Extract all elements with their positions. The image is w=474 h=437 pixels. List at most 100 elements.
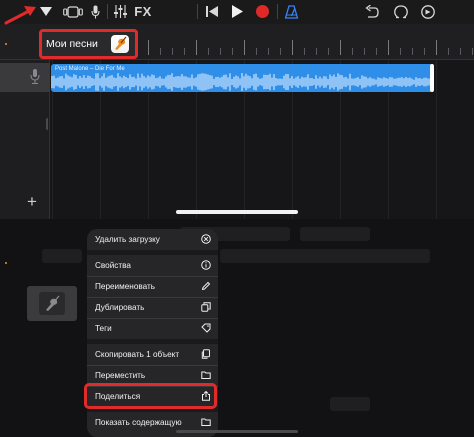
audio-region[interactable]: Post Malone – Die For Me <box>51 64 433 92</box>
my-songs-button[interactable]: Мои песни <box>39 29 138 59</box>
menu-item-label: Переименовать <box>95 282 156 291</box>
record-icon <box>255 5 269 18</box>
ruler-tick <box>376 48 377 55</box>
ruler-tick <box>316 48 317 55</box>
menu-item-label: Свойства <box>95 261 131 270</box>
menu-item-label: Показать содержащую <box>95 418 182 427</box>
record-button[interactable] <box>254 3 270 20</box>
ruler-tick <box>460 48 461 55</box>
menu-item-pencil[interactable]: Переименовать <box>87 276 218 297</box>
folder-icon <box>201 418 211 426</box>
add-track-button[interactable]: + <box>27 193 37 210</box>
track-header[interactable] <box>0 63 50 92</box>
blurred-content <box>300 227 370 241</box>
garageband-tracks-view: FX Post Malone – Die For Me Мои песни + <box>0 0 474 219</box>
share-highlight <box>84 383 217 409</box>
ruler-tick <box>196 40 197 55</box>
ruler-tick <box>340 40 341 55</box>
fx-button[interactable]: FX <box>133 3 153 20</box>
ruler-tick <box>412 48 413 55</box>
metronome-icon <box>284 4 298 19</box>
duplicate-icon <box>201 302 211 312</box>
menu-item-info[interactable]: Свойства <box>87 255 218 276</box>
ruler-tick <box>292 40 293 55</box>
ruler-tick <box>472 48 473 55</box>
home-indicator <box>176 210 298 214</box>
ruler-tick <box>448 48 449 55</box>
ruler-tick <box>184 48 185 55</box>
settings-button[interactable] <box>420 3 436 20</box>
menu-item-label: Теги <box>95 324 112 333</box>
microphone-button[interactable] <box>89 3 101 20</box>
tag-icon <box>201 323 211 333</box>
home-indicator <box>176 430 298 433</box>
ruler-tick <box>352 48 353 55</box>
blurred-content <box>42 249 82 263</box>
toolbar-divider <box>107 4 108 19</box>
mixer-sliders-icon <box>113 5 127 18</box>
playhead-marker <box>5 43 7 45</box>
my-songs-browser <box>0 219 474 437</box>
browser-view-icon <box>63 5 83 18</box>
x-circle-icon <box>201 234 211 244</box>
control-bar: FX <box>0 0 474 24</box>
settings-icon <box>421 4 435 19</box>
track-controls-button[interactable] <box>113 3 127 20</box>
metronome-button[interactable] <box>283 3 299 20</box>
pencil-icon <box>201 281 211 291</box>
track-resize-handle[interactable] <box>46 118 48 130</box>
browser-button[interactable] <box>62 3 84 20</box>
go-to-beginning-button[interactable] <box>204 3 220 20</box>
ruler-tick <box>280 48 281 55</box>
ruler-tick <box>160 48 161 55</box>
ruler-tick <box>244 40 245 55</box>
ruler-tick <box>208 48 209 55</box>
status-dot <box>5 262 7 264</box>
toolbar-divider <box>197 4 198 19</box>
region-trim-handle[interactable] <box>430 64 434 92</box>
blurred-content <box>220 249 430 263</box>
ruler-tick <box>436 40 437 55</box>
my-songs-label: Мои песни <box>46 38 98 50</box>
play-icon <box>231 5 243 18</box>
annotation-arrow <box>4 6 36 25</box>
loop-icon <box>394 4 408 18</box>
menu-item-label: Удалить загрузку <box>95 235 160 244</box>
ruler-tick <box>232 48 233 55</box>
menu-item-label: Дублировать <box>95 303 145 312</box>
ruler-tick <box>424 48 425 55</box>
menu-item-copy[interactable]: Скопировать 1 объект <box>87 344 218 365</box>
ruler-tick <box>400 48 401 55</box>
ruler-tick <box>364 48 365 55</box>
menu-item-x-circle[interactable]: Удалить загрузку <box>87 229 218 250</box>
info-icon <box>201 260 211 270</box>
menu-item-label: Скопировать 1 объект <box>95 350 180 359</box>
ruler-tick <box>172 48 173 55</box>
garageband-app-icon <box>111 35 129 53</box>
ruler-tick <box>388 40 389 55</box>
copy-icon <box>201 349 210 359</box>
ruler-tick <box>220 48 221 55</box>
menu-item-label: Переместить <box>95 371 146 380</box>
ruler-tick <box>268 48 269 55</box>
loop-browser-button[interactable] <box>393 3 409 20</box>
grid-line <box>436 60 437 219</box>
waveform <box>51 73 431 91</box>
guitar-icon <box>39 292 65 315</box>
menu-item-duplicate[interactable]: Дублировать <box>87 297 218 318</box>
blurred-content <box>330 397 370 411</box>
ruler-tick <box>328 48 329 55</box>
menu-item-tag[interactable]: Теги <box>87 318 218 339</box>
song-thumbnail[interactable] <box>27 286 77 321</box>
folder-icon <box>201 371 211 379</box>
ruler-tick <box>304 48 305 55</box>
fx-label: FX <box>134 4 152 19</box>
skip-back-icon <box>206 6 218 17</box>
ruler-tick <box>148 40 149 55</box>
play-button[interactable] <box>229 3 245 20</box>
undo-button[interactable] <box>364 3 380 20</box>
toolbar-divider <box>277 4 278 19</box>
microphone-icon <box>90 5 100 18</box>
undo-icon <box>365 5 379 18</box>
ruler-tick <box>256 48 257 55</box>
